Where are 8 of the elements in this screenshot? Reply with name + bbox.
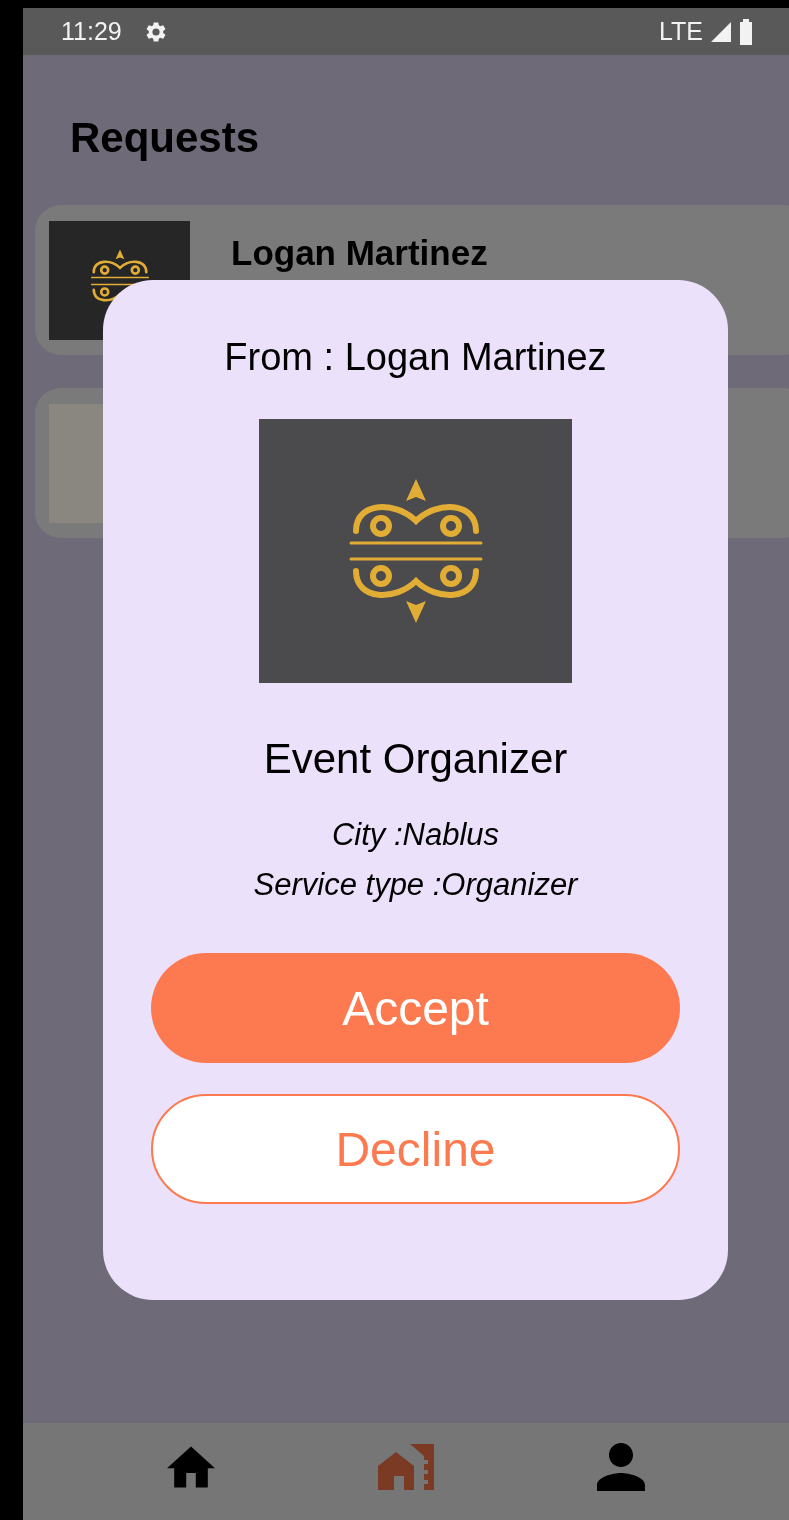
page-title: Requests [70,117,260,159]
clock: 11:29 [61,17,122,46]
service-title: Event Organizer [263,735,568,783]
network-type: LTE [659,17,703,46]
detail-text: City :Nablus [331,817,500,853]
detail-text: Service type :Organizer [253,867,578,903]
requester-name: Logan Martinez [231,233,488,273]
sender-label: From : Logan Martinez [224,336,607,379]
